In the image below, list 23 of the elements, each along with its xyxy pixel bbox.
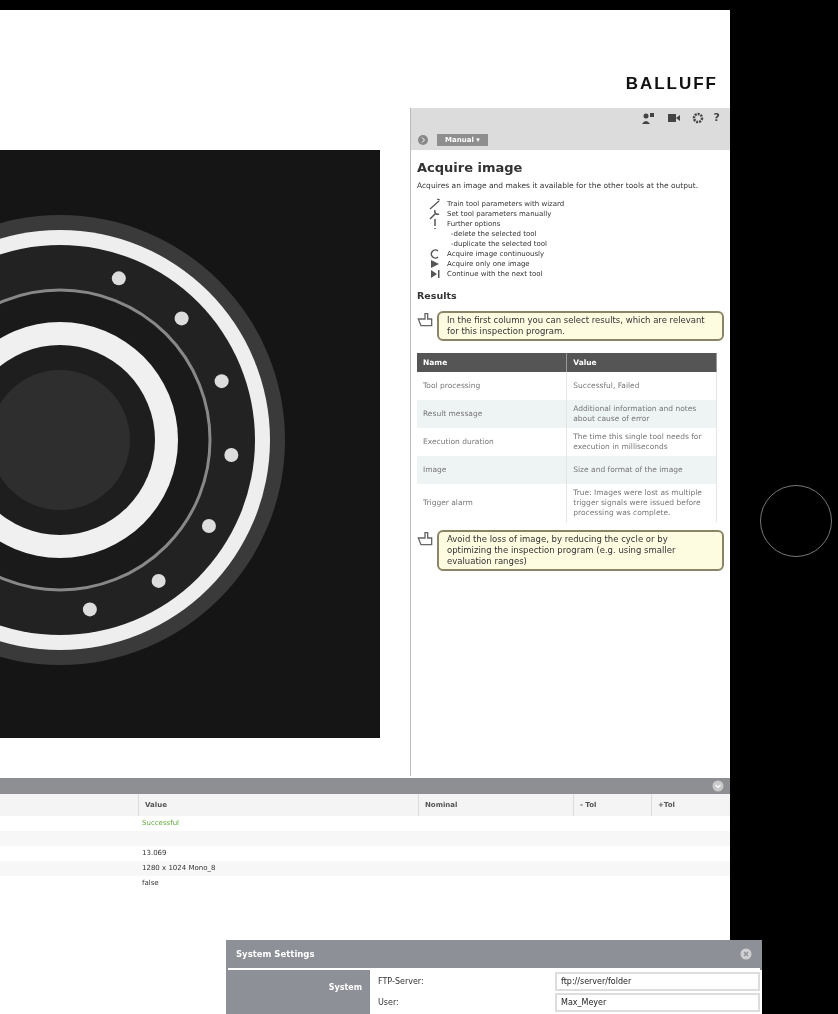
refresh-icon [429,247,441,260]
hint-note: Avoid the loss of image, by reducing the cycle or by optimizing the inspection program (e.g. using smaller evaluation ranges) [437,530,724,572]
dialog-title: System Settings [236,947,315,961]
play-icon [429,257,441,270]
field-label: User: [378,996,400,1009]
field-label: FTP-Server: [378,975,425,988]
close-icon [740,948,752,960]
hint-note: In the first column you can select results, which are relevant for this inspection program. [437,311,724,341]
wand-icon [429,197,441,210]
settings-icon [691,112,704,124]
users-icon [639,112,656,124]
text-field[interactable]: Max_Meyer [555,993,760,1012]
help-icon[interactable]: ? [713,112,720,124]
chevron-circle-icon [417,133,429,146]
hand-pointer-icon [417,311,433,327]
brand-logo: BALLUFF [625,72,718,95]
chevron-down-circle-icon [712,780,724,792]
text-field[interactable]: ftp://server/folder [555,972,760,991]
panel-title: Acquire image [417,159,524,177]
video-camera-icon [665,112,682,124]
results-heading: Results [417,288,458,303]
hand-pointer-icon [417,530,433,547]
section-label: System [328,982,362,994]
